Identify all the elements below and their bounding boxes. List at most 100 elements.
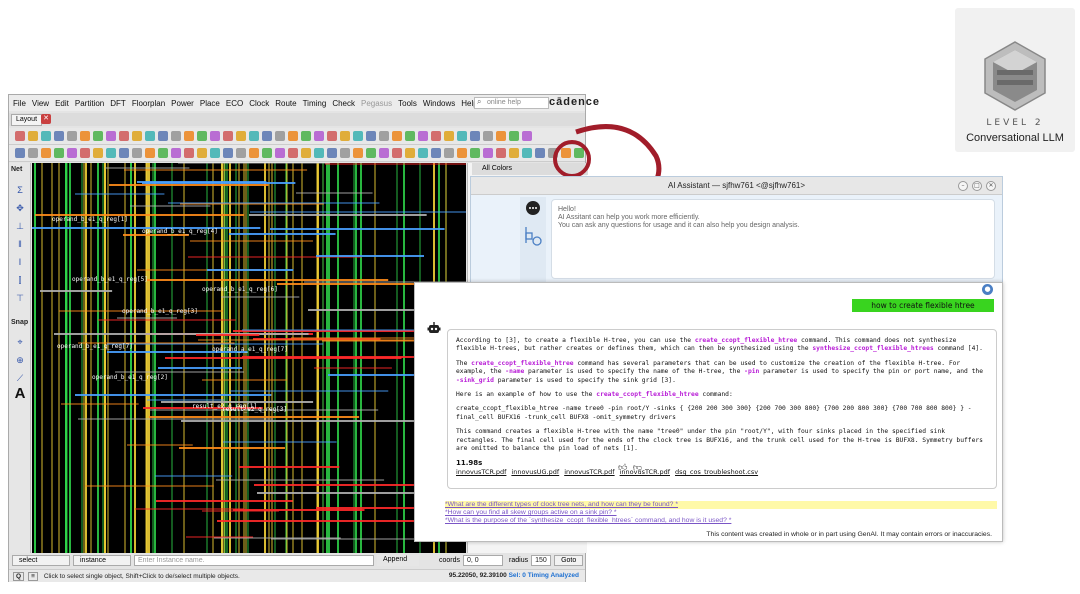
split-tool-icon[interactable]: ‖ (14, 239, 26, 249)
goto-button[interactable]: Goto (554, 554, 584, 566)
toolbar-button[interactable] (184, 131, 194, 141)
toolbar-button[interactable] (171, 131, 181, 141)
toolbar-button[interactable] (301, 148, 311, 158)
toolbar-button[interactable] (236, 148, 246, 158)
toolbar-button[interactable] (509, 148, 519, 158)
reference-link[interactable]: innovusUG.pdf (511, 468, 559, 476)
toolbar-button[interactable] (67, 131, 77, 141)
toolbar-button[interactable] (431, 131, 441, 141)
toolbar-button[interactable] (15, 131, 25, 141)
toolbar-button[interactable] (314, 148, 324, 158)
route-tool-icon[interactable]: Ʃ (14, 185, 26, 195)
toolbar-button[interactable] (470, 148, 480, 158)
toolbar-button[interactable] (379, 131, 389, 141)
toolbar-button[interactable] (366, 131, 376, 141)
toolbar-button[interactable] (353, 148, 363, 158)
toolbar-button[interactable] (93, 148, 103, 158)
toolbar-button[interactable] (314, 131, 324, 141)
toolbar-button[interactable] (210, 148, 220, 158)
toolbar-button[interactable] (418, 148, 428, 158)
align-tool-icon[interactable]: Ⅰ (14, 257, 26, 267)
toolbar-button[interactable] (340, 148, 350, 158)
toolbar-button[interactable] (392, 131, 402, 141)
layout-canvas[interactable]: operand_b_e1_q_reg[4] operand_b_e1_q_reg[… (32, 163, 466, 553)
toolbar-button[interactable] (158, 131, 168, 141)
toolbar-button[interactable] (327, 131, 337, 141)
toolbar-button[interactable] (197, 148, 207, 158)
toolbar-button[interactable] (509, 131, 519, 141)
thumbs-up-icon[interactable]: 👍︎ (618, 463, 627, 473)
toolbar-button[interactable] (184, 148, 194, 158)
toolbar-button[interactable] (145, 148, 155, 158)
menu-windows[interactable]: Windows (423, 99, 455, 108)
toolbar-button[interactable] (275, 148, 285, 158)
toolbar-button[interactable] (67, 148, 77, 158)
append-checkbox[interactable]: Append (377, 554, 419, 566)
toolbar-button[interactable] (379, 148, 389, 158)
toolbar-button[interactable] (80, 131, 90, 141)
toolbar-button[interactable] (171, 148, 181, 158)
menu-dft[interactable]: DFT (110, 99, 126, 108)
toolbar-button[interactable] (132, 131, 142, 141)
toolbar-button[interactable] (405, 131, 415, 141)
toolbar-button[interactable] (457, 148, 467, 158)
maximize-icon[interactable]: □ (972, 181, 982, 191)
toolbar-button[interactable] (119, 131, 129, 141)
toolbar-button[interactable] (28, 131, 38, 141)
toolbar-button[interactable] (236, 131, 246, 141)
toolbar-button[interactable] (496, 131, 506, 141)
menu-tools[interactable]: Tools (398, 99, 417, 108)
toolbar-button[interactable] (80, 148, 90, 158)
menu-clock[interactable]: Clock (249, 99, 269, 108)
toolbar-button[interactable] (522, 148, 532, 158)
ruler-tool-icon[interactable]: ⟋ (14, 373, 26, 383)
reference-link[interactable]: innovusTCR.pdf (456, 468, 506, 476)
snap-grid-icon[interactable]: ⌖ (14, 337, 26, 347)
menu-timing[interactable]: Timing (303, 99, 327, 108)
suggestion-link[interactable]: *What are the different types of clock t… (445, 501, 997, 509)
instance-mode-button[interactable]: instance (73, 554, 131, 566)
menu-view[interactable]: View (32, 99, 49, 108)
toolbar-button[interactable] (431, 148, 441, 158)
thumbs-down-icon[interactable]: 👎︎ (633, 463, 642, 473)
toolbar-button[interactable] (483, 148, 493, 158)
wire-tool-icon[interactable]: ⊥ (14, 221, 26, 231)
toolbar-button[interactable] (418, 131, 428, 141)
toolbar-button[interactable] (288, 148, 298, 158)
radius-input[interactable]: 150 (531, 554, 552, 566)
tab-close-icon[interactable]: ✕ (41, 114, 51, 124)
toolbar-button[interactable] (535, 148, 545, 158)
menu-check[interactable]: Check (332, 99, 355, 108)
toolbar-button[interactable] (483, 131, 493, 141)
toolbar-button[interactable] (496, 148, 506, 158)
menu-floorplan[interactable]: Floorplan (132, 99, 165, 108)
toolbar-button[interactable] (15, 148, 25, 158)
toolbar-button[interactable] (54, 148, 64, 158)
toolbar-button[interactable] (41, 148, 51, 158)
stretch-tool-icon[interactable]: ⫿ (14, 275, 26, 285)
toolbar-button[interactable] (275, 131, 285, 141)
menu-partition[interactable]: Partition (75, 99, 104, 108)
toolbar-button[interactable] (197, 131, 207, 141)
menu-route[interactable]: Route (275, 99, 296, 108)
select-mode-button[interactable]: select (12, 554, 70, 566)
toolbar-button[interactable] (366, 148, 376, 158)
minimize-icon[interactable]: – (958, 181, 968, 191)
close-icon[interactable]: ✕ (986, 181, 996, 191)
menu-pegasus[interactable]: Pegasus (361, 99, 392, 108)
text-tool-icon[interactable]: A (14, 386, 26, 401)
toolbar-button[interactable] (288, 131, 298, 141)
move-tool-icon[interactable]: ✥ (14, 203, 26, 213)
toolbar-button[interactable] (262, 148, 272, 158)
toolbar-button[interactable] (41, 131, 51, 141)
toolbar-button[interactable] (158, 148, 168, 158)
toolbar-button[interactable] (106, 131, 116, 141)
menu-edit[interactable]: Edit (55, 99, 69, 108)
toolbar-button[interactable] (145, 131, 155, 141)
toolbar-button[interactable] (522, 131, 532, 141)
query-icon[interactable]: Q (13, 571, 25, 581)
toolbar-button[interactable] (457, 131, 467, 141)
menu-eco[interactable]: ECO (226, 99, 243, 108)
toolbar-button[interactable] (28, 148, 38, 158)
reference-link[interactable]: innovusTCR.pdf (564, 468, 614, 476)
